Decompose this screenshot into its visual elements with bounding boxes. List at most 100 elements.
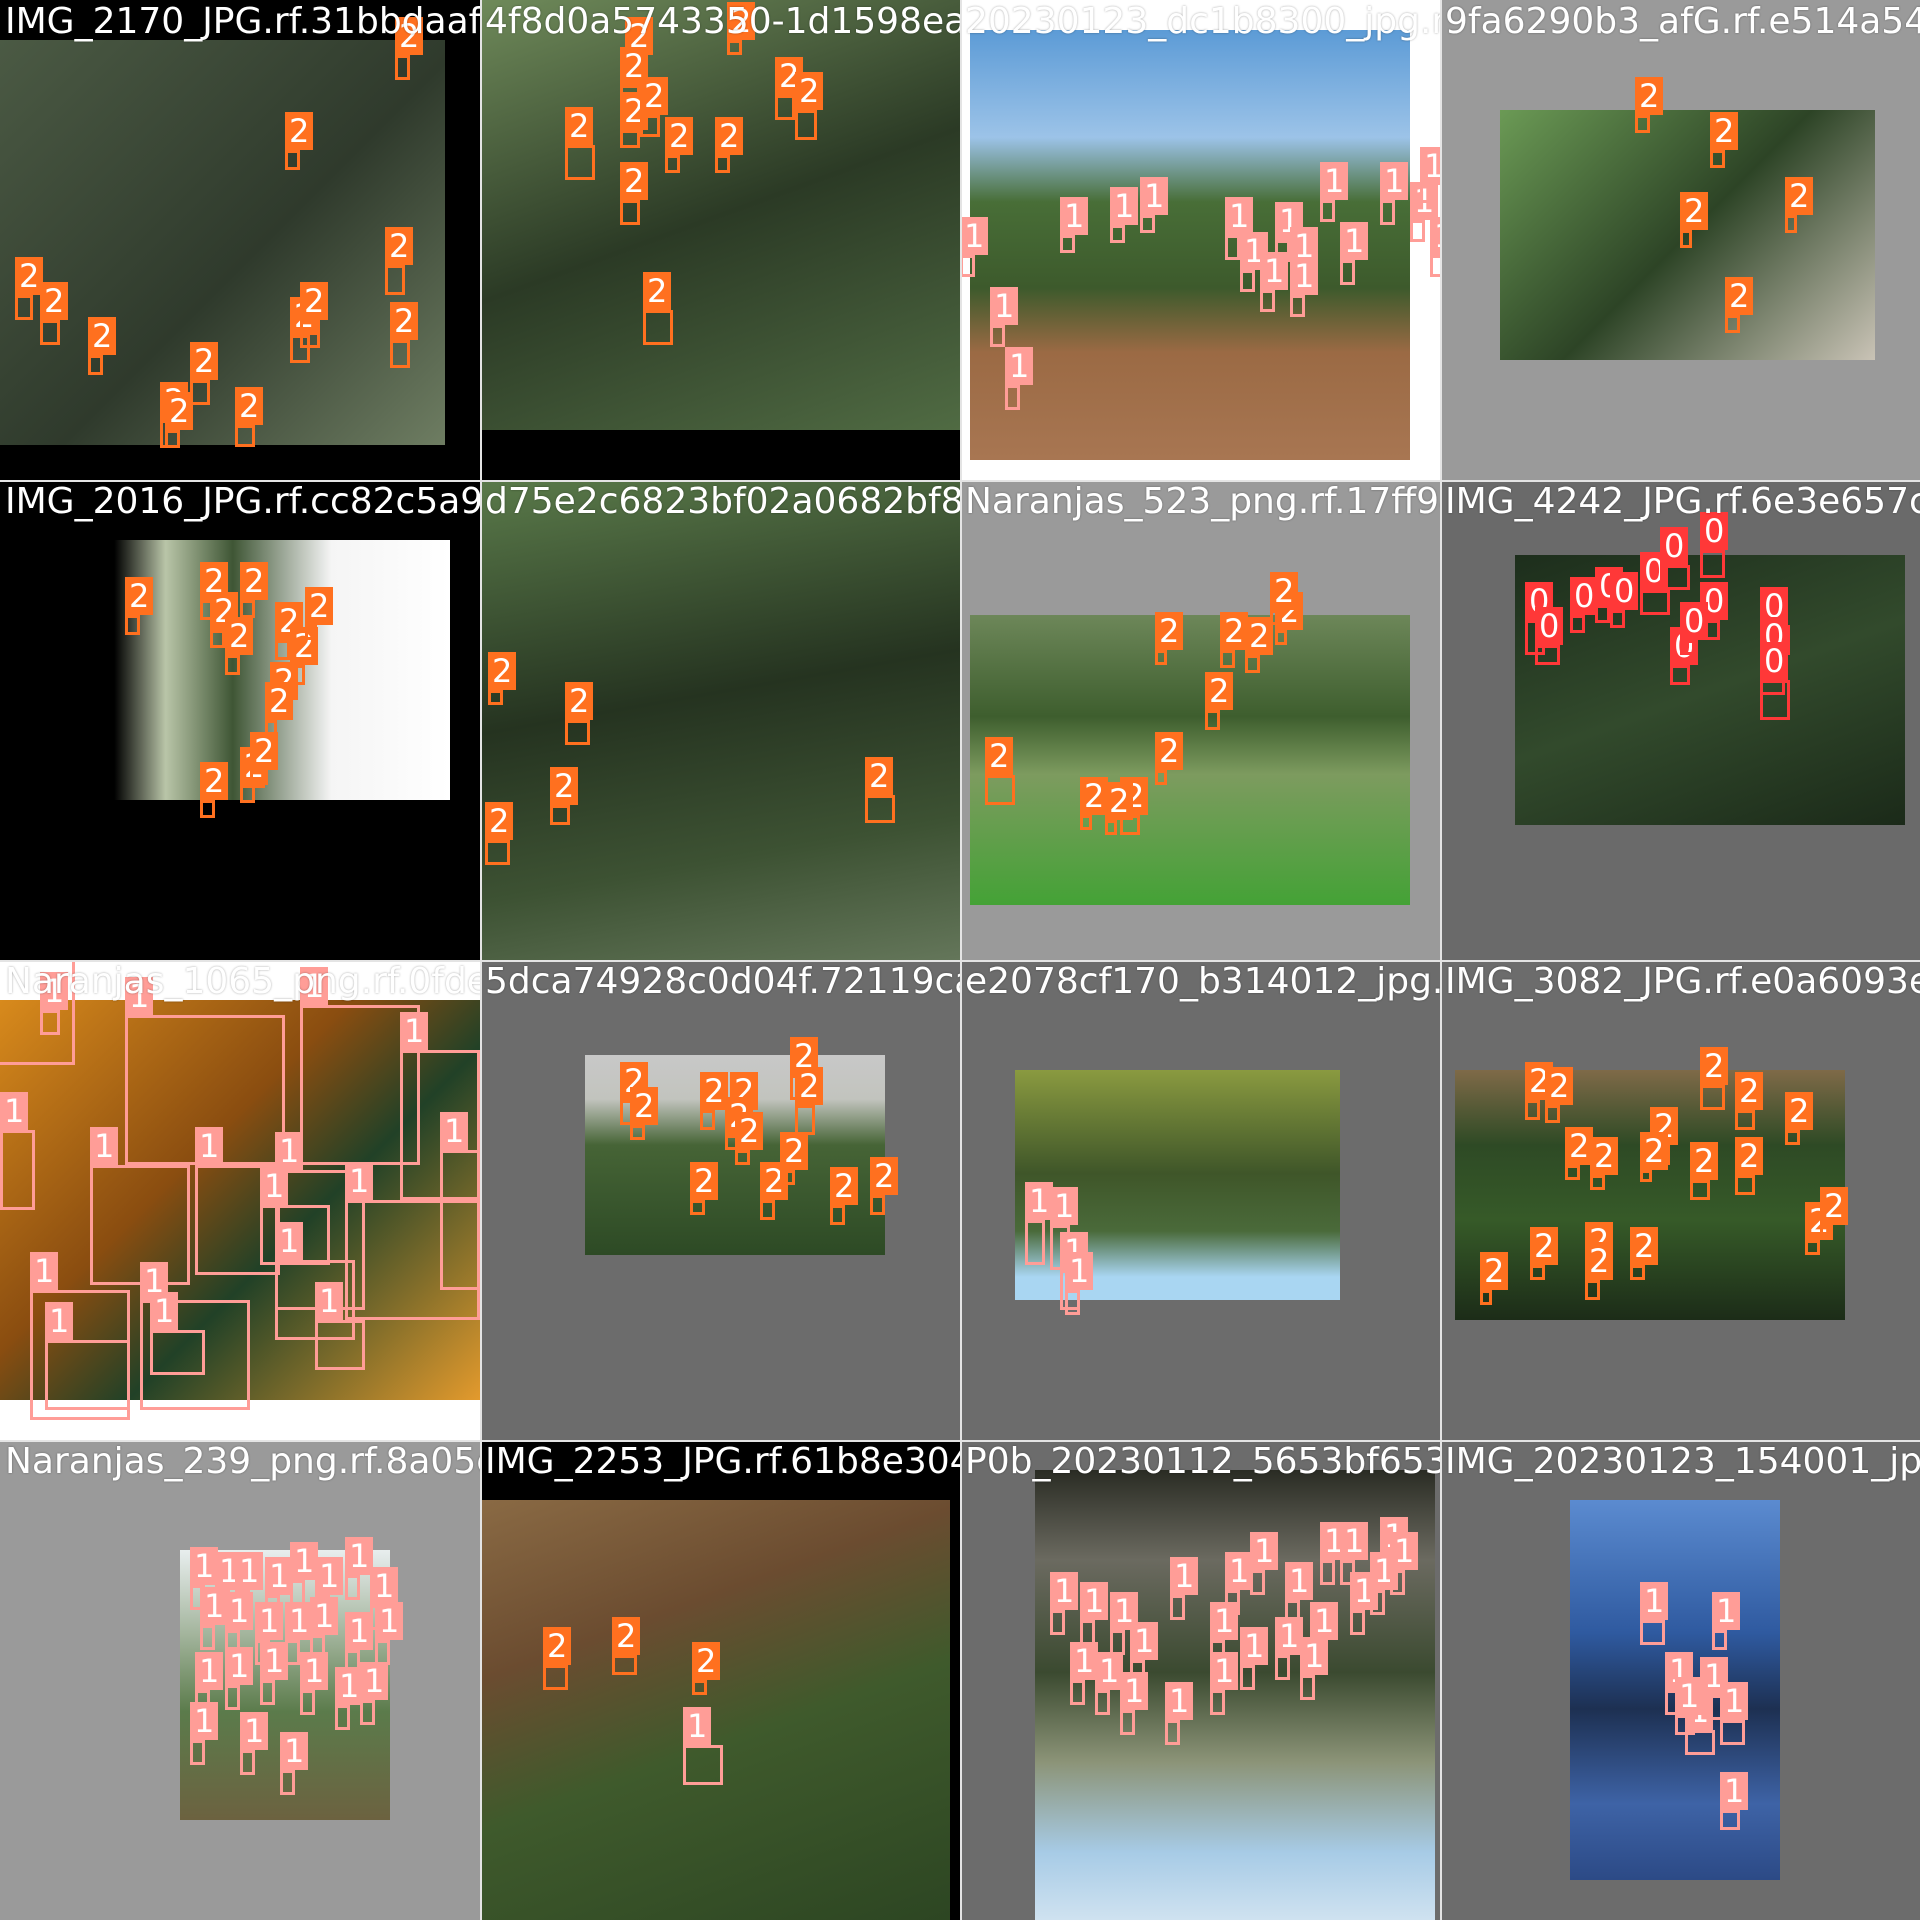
detection-class-label: 1 (1080, 1582, 1109, 1620)
detection-box (735, 1150, 750, 1165)
detection-class-label: 2 (390, 302, 419, 340)
detection-class-label: 2 (550, 767, 579, 805)
detection-box (300, 320, 320, 348)
detection-class-label: 2 (780, 1132, 809, 1170)
detection-class-label: 1 (360, 1662, 389, 1700)
detection-class-label: 1 (345, 1612, 374, 1650)
detection-class-label: 1 (1380, 162, 1409, 200)
detection-box (565, 145, 595, 180)
detection-class-label: 1 (280, 1732, 309, 1770)
detection-box (225, 655, 240, 675)
detection-class-label: 2 (240, 562, 269, 600)
detection-class-label: 2 (485, 802, 514, 840)
detection-box (1565, 1165, 1580, 1180)
tile-filename: Naranjas_1065_png.rf.0fde1 (5, 961, 512, 1002)
detection-class-label: 1 (300, 1652, 329, 1690)
detection-box (210, 630, 225, 648)
detection-class-label: 2 (1545, 1067, 1574, 1105)
detection-class-label: 0 (1610, 572, 1639, 610)
detection-class-label: 2 (643, 272, 672, 310)
detection-box (1735, 1110, 1755, 1130)
detection-class-label: 2 (265, 682, 294, 720)
detection-box (1785, 1130, 1800, 1145)
detection-box (1545, 1105, 1560, 1123)
detection-box (485, 840, 510, 865)
tile-filename: IMG_4242_JPG.rf.6e3e657c (1445, 481, 1920, 522)
grid-divider (0, 960, 1920, 962)
mosaic-tile: 111111111111111111 (0, 960, 480, 1440)
detection-box (795, 110, 817, 140)
detection-box (1320, 1560, 1335, 1585)
detection-class-label: 1 (1140, 177, 1169, 215)
detection-box (260, 1680, 275, 1705)
detection-class-label: 2 (40, 282, 69, 320)
grid-divider (0, 1440, 1920, 1442)
detection-class-label: 2 (1785, 177, 1814, 215)
detection-box (0, 1130, 35, 1210)
detection-class-label: 0 (1760, 642, 1789, 680)
detection-class-label: 2 (385, 227, 414, 265)
detection-class-label: 2 (665, 117, 694, 155)
detection-box (488, 690, 503, 705)
detection-class-label: 1 (1300, 1637, 1329, 1675)
detection-class-label: 1 (1320, 162, 1349, 200)
detection-box (1570, 615, 1585, 633)
detection-class-label: 2 (795, 72, 824, 110)
detection-class-label: 2 (1155, 612, 1184, 650)
detection-class-label: 2 (865, 757, 894, 795)
detection-box (240, 600, 255, 618)
detection-class-label: 1 (225, 1647, 254, 1685)
detection-class-label: 2 (612, 1617, 641, 1655)
detection-class-label: 1 (1050, 1572, 1079, 1610)
detection-box (1070, 1680, 1085, 1705)
detection-class-label: 1 (1290, 257, 1319, 295)
detection-class-label: 1 (260, 1642, 289, 1680)
detection-class-label: 1 (1420, 147, 1440, 185)
detection-class-label: 2 (1590, 1137, 1619, 1175)
detection-class-label: 2 (165, 392, 194, 430)
detection-class-label: 1 (1340, 1522, 1369, 1560)
detection-box (1720, 1810, 1740, 1830)
detection-class-label: 1 (260, 1167, 289, 1205)
detection-box (1680, 230, 1692, 248)
detection-class-label: 1 (440, 1112, 469, 1150)
tile-photo (480, 1500, 950, 1920)
detection-box (1060, 235, 1075, 253)
detection-box (1120, 1710, 1135, 1735)
detection-box (315, 1320, 365, 1370)
detection-class-label: 2 (630, 1087, 659, 1125)
detection-class-label: 2 (1690, 1142, 1719, 1180)
tile-filename: d75e2c6823bf02a0682bf825 (485, 481, 1010, 522)
detection-class-label: 2 (690, 1162, 719, 1200)
detection-class-label: 1 (195, 1127, 224, 1165)
detection-box (225, 1685, 240, 1710)
detection-box (760, 1200, 775, 1220)
detection-box (1205, 710, 1220, 730)
tile-filename: P0b_20230112_5653bf6538-F (965, 1441, 1505, 1482)
tile-filename: IMG_2170_JPG.rf.31bbdaaf (5, 1, 482, 42)
detection-box (1785, 215, 1797, 233)
mosaic-tile: 222222222222222222 (1440, 960, 1920, 1440)
detection-class-label: 1 (1340, 222, 1369, 260)
detection-class-label: 2 (715, 117, 744, 155)
detection-class-label: 2 (565, 682, 594, 720)
detection-box (345, 1575, 360, 1600)
detection-box (1105, 820, 1117, 835)
detection-box (1640, 590, 1670, 615)
detection-class-label: 1 (1170, 1557, 1199, 1595)
detection-class-label: 2 (1820, 1187, 1849, 1225)
mosaic-tile: 22222222222 (960, 480, 1440, 960)
detection-box (1535, 645, 1560, 665)
detection-box (280, 1770, 295, 1795)
detection-class-label: 1 (90, 1127, 119, 1165)
detection-box (565, 720, 590, 745)
detection-class-label: 1 (315, 1282, 344, 1320)
mosaic-tile: 111111111111111111111111 (0, 1440, 480, 1920)
detection-class-label: 2 (640, 77, 669, 115)
detection-class-label: 1 (1005, 347, 1034, 385)
detection-class-label: 2 (1585, 1242, 1614, 1280)
detection-box (1095, 1690, 1110, 1715)
detection-box (1640, 1170, 1652, 1182)
detection-box (1220, 650, 1235, 668)
tile-filename: IMG_2253_JPG.rf.61b8e304 (485, 1441, 973, 1482)
